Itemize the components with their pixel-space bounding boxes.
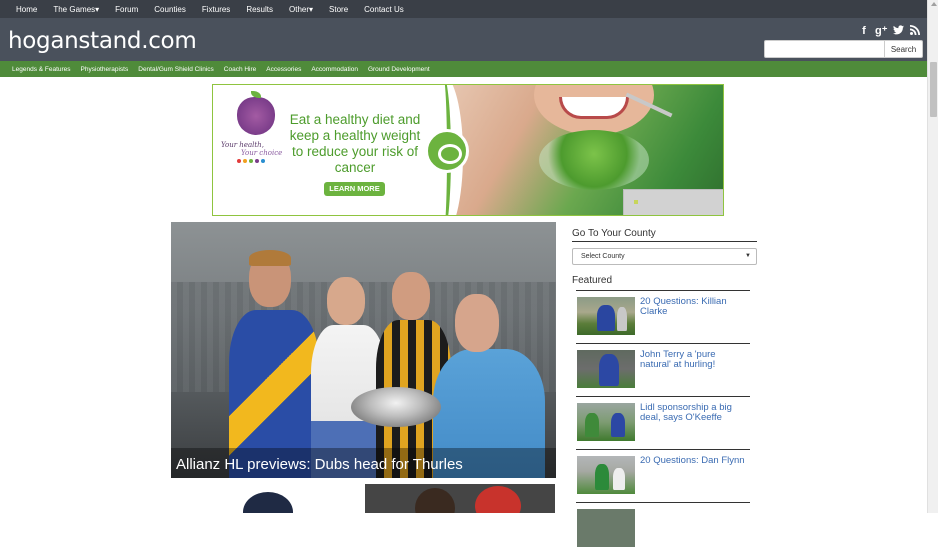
trophy-image: [351, 387, 441, 427]
scrollbar-thumb[interactable]: [930, 62, 937, 117]
subnav-ground-development[interactable]: Ground Development: [363, 66, 435, 73]
county-select-value: Select County: [581, 253, 625, 260]
search-form: Search: [764, 40, 923, 58]
county-heading: Go To Your County: [572, 228, 757, 242]
featured-list: 20 Questions: Killian Clarke John Terry …: [576, 290, 750, 555]
facebook-icon[interactable]: f: [858, 25, 870, 38]
advert-logo: Your health, Your choice: [221, 91, 291, 171]
chevron-down-icon: ▼: [745, 253, 751, 259]
featured-thumbnail[interactable]: [577, 350, 635, 388]
player-figure: [229, 250, 319, 478]
rss-icon[interactable]: [909, 25, 921, 38]
nav-other-label: Other: [289, 4, 310, 14]
subnav-legends-features[interactable]: Legends & Features: [7, 66, 76, 73]
featured-item[interactable]: Lidl sponsorship a big deal, says O'Keef…: [576, 396, 750, 449]
scroll-up-icon[interactable]: [931, 2, 937, 6]
caret-down-icon: ▾: [95, 4, 100, 14]
featured-thumbnail[interactable]: [577, 403, 635, 441]
twitter-icon[interactable]: [892, 25, 904, 38]
featured-item[interactable]: John Terry a 'pure natural' at hurling!: [576, 343, 750, 396]
advert-headline: Eat a healthy diet and keep a healthy we…: [289, 112, 421, 175]
subnav-coach-hire[interactable]: Coach Hire: [219, 66, 262, 73]
nav-counties[interactable]: Counties: [146, 5, 194, 14]
nav-other[interactable]: Other▾: [281, 5, 321, 14]
subnav-accommodation[interactable]: Accommodation: [306, 66, 363, 73]
featured-title[interactable]: 20 Questions: Dan Flynn: [640, 456, 748, 466]
featured-thumbnail[interactable]: [577, 297, 635, 335]
caret-down-icon: ▾: [309, 4, 314, 14]
nav-store[interactable]: Store: [321, 5, 356, 14]
county-select[interactable]: Select County ▼: [572, 248, 757, 265]
story-teaser[interactable]: [365, 484, 555, 513]
story-teaser[interactable]: [171, 484, 357, 513]
nav-home[interactable]: Home: [8, 5, 45, 14]
player-figure: [311, 277, 386, 478]
nav-results[interactable]: Results: [238, 5, 281, 14]
subnav-physiotherapists[interactable]: Physiotherapists: [76, 66, 134, 73]
advert-overlay: [623, 189, 723, 215]
featured-item[interactable]: [576, 502, 750, 555]
scale-icon: [425, 129, 469, 173]
advert-logo-line2: Your choice: [241, 149, 283, 157]
site-logo[interactable]: hoganstand.com: [8, 28, 197, 54]
featured-thumbnail[interactable]: [577, 456, 635, 494]
search-input[interactable]: [764, 40, 885, 58]
page-scrollbar[interactable]: [927, 0, 938, 513]
featured-item[interactable]: 20 Questions: Killian Clarke: [576, 290, 750, 343]
nav-forum[interactable]: Forum: [107, 5, 146, 14]
hero-story[interactable]: Allianz HL previews: Dubs head for Thurl…: [171, 222, 556, 478]
site-header: hoganstand.com f g⁺ Search: [0, 18, 927, 61]
featured-heading: Featured: [572, 275, 613, 286]
nav-the-games[interactable]: The Games▾: [45, 5, 107, 14]
featured-title[interactable]: Lidl sponsorship a big deal, says O'Keef…: [640, 403, 748, 423]
apple-icon: [237, 97, 275, 135]
social-links: f g⁺: [858, 25, 921, 38]
google-plus-icon[interactable]: g⁺: [875, 25, 888, 38]
featured-title[interactable]: 20 Questions: Killian Clarke: [640, 297, 748, 317]
hero-caption[interactable]: Allianz HL previews: Dubs head for Thurl…: [176, 456, 463, 473]
subnav-dental-clinics[interactable]: Dental/Gum Shield Clinics: [133, 66, 219, 73]
featured-title[interactable]: John Terry a 'pure natural' at hurling!: [640, 350, 748, 370]
featured-item[interactable]: 20 Questions: Dan Flynn: [576, 449, 750, 502]
advert-banner[interactable]: Your health, Your choice Eat a healthy d…: [212, 84, 724, 216]
nav-fixtures[interactable]: Fixtures: [194, 5, 238, 14]
advert-learn-more-button[interactable]: LEARN MORE: [324, 182, 385, 196]
subnav-accessories[interactable]: Accessories: [261, 66, 306, 73]
search-button[interactable]: Search: [885, 40, 923, 58]
featured-thumbnail[interactable]: [577, 509, 635, 547]
nav-the-games-label: The Games: [53, 4, 96, 14]
sidebar: Go To Your County Select County ▼ Featur…: [572, 228, 757, 547]
advert-logo-line1: Your health,: [221, 141, 264, 149]
nav-contact-us[interactable]: Contact Us: [356, 5, 412, 14]
sponsor-navigation: Legends & Features Physiotherapists Dent…: [0, 61, 927, 77]
top-navigation: Home The Games▾ Forum Counties Fixtures …: [0, 0, 927, 18]
